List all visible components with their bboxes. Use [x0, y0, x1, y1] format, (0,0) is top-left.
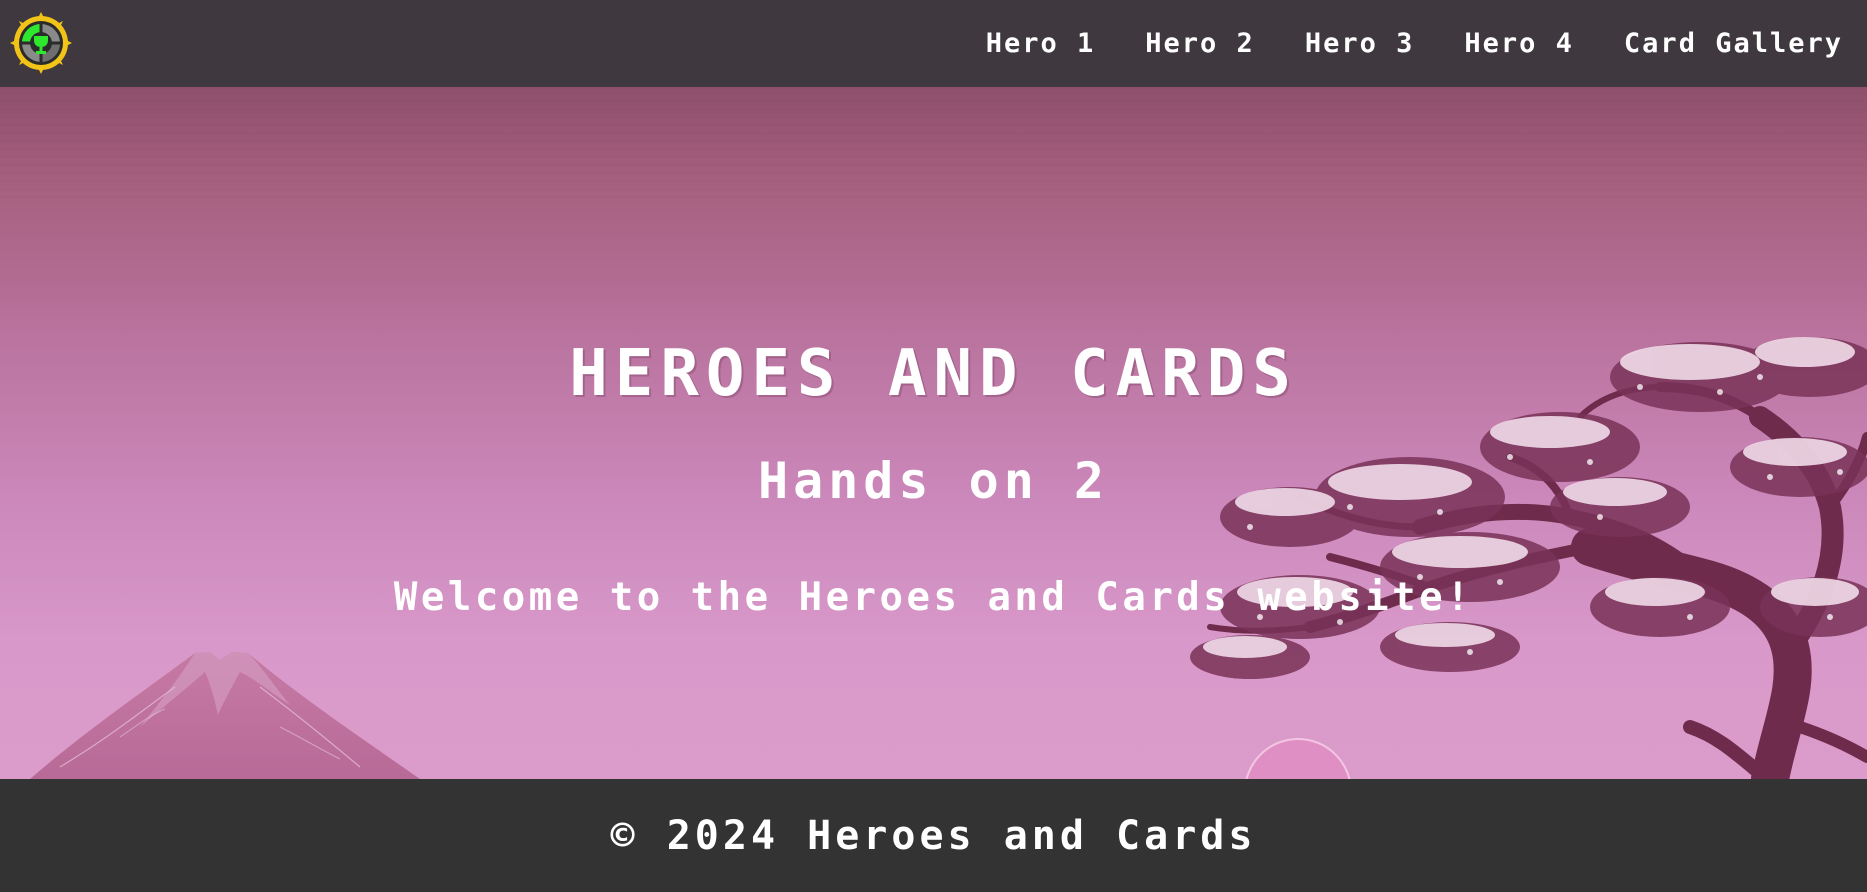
hero-content: HEROES AND CARDS Hands on 2 Welcome to t…: [0, 87, 1867, 779]
nav-hero-1[interactable]: Hero 1: [986, 28, 1096, 59]
hero-welcome-text: Welcome to the Heroes and Cards website!: [393, 575, 1474, 620]
nav-hero-2[interactable]: Hero 2: [1145, 28, 1255, 59]
footer-copyright: © 2024 Heroes and Cards: [610, 812, 1257, 859]
nav-hero-4[interactable]: Hero 4: [1464, 28, 1574, 59]
hero-subtitle: Hands on 2: [757, 452, 1110, 510]
nav-card-gallery[interactable]: Card Gallery: [1624, 28, 1843, 59]
site-logo[interactable]: [10, 12, 72, 74]
nav-hero-3[interactable]: Hero 3: [1305, 28, 1415, 59]
site-header: Hero 1 Hero 2 Hero 3 Hero 4 Card Gallery: [0, 0, 1867, 87]
hero-banner: HEROES AND CARDS Hands on 2 Welcome to t…: [0, 87, 1867, 779]
site-footer: © 2024 Heroes and Cards: [0, 779, 1867, 892]
main-nav: Hero 1 Hero 2 Hero 3 Hero 4 Card Gallery: [986, 0, 1843, 87]
hero-title: HEROES AND CARDS: [569, 337, 1298, 411]
trophy-crosshair-logo-icon: [10, 12, 72, 74]
